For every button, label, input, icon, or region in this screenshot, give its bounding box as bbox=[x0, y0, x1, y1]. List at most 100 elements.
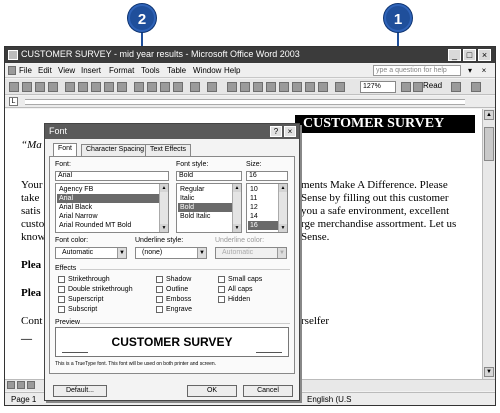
strikethrough-checkbox[interactable]: Strikethrough bbox=[58, 276, 110, 283]
list-item[interactable]: 11 bbox=[248, 194, 278, 203]
list-item-selected[interactable]: Bold bbox=[178, 203, 232, 212]
list-item[interactable]: Arial Black bbox=[57, 203, 159, 212]
font-list-scrollbar[interactable]: ▲ ▼ bbox=[159, 184, 168, 232]
research-icon[interactable] bbox=[117, 82, 127, 92]
show-hide-icon[interactable] bbox=[318, 82, 328, 92]
menu-table[interactable]: Table bbox=[167, 66, 186, 75]
zoom-select[interactable]: 127% bbox=[360, 81, 396, 93]
new-icon[interactable] bbox=[9, 82, 19, 92]
document-title[interactable]: CUSTOMER SURVEY bbox=[295, 115, 475, 133]
menu-tools[interactable]: Tools bbox=[141, 66, 160, 75]
cut-icon[interactable] bbox=[134, 82, 144, 92]
checkbox-box[interactable] bbox=[156, 296, 163, 303]
list-item[interactable]: Arial Rounded MT Bold bbox=[57, 221, 159, 230]
scroll-down-icon[interactable]: ▼ bbox=[233, 224, 241, 232]
ruler-scale[interactable] bbox=[25, 99, 465, 105]
drawing-icon[interactable] bbox=[292, 82, 302, 92]
print-view-icon[interactable] bbox=[27, 381, 35, 389]
ok-button[interactable]: OK bbox=[187, 385, 237, 397]
outline-checkbox[interactable]: Outline bbox=[156, 286, 188, 293]
engrave-checkbox[interactable]: Engrave bbox=[156, 306, 192, 313]
menu-format[interactable]: Format bbox=[109, 66, 134, 75]
hidden-checkbox[interactable]: Hidden bbox=[218, 296, 250, 303]
tab-selector[interactable]: L bbox=[9, 97, 18, 106]
copy-icon[interactable] bbox=[147, 82, 157, 92]
chevron-down-icon[interactable]: ▼ bbox=[117, 248, 126, 258]
font-color-icon[interactable] bbox=[471, 82, 481, 92]
email-icon[interactable] bbox=[65, 82, 75, 92]
scroll-up-icon[interactable]: ▲ bbox=[279, 184, 287, 192]
tab-text-effects[interactable]: Text Effects bbox=[145, 144, 192, 156]
redo-icon[interactable] bbox=[207, 82, 217, 92]
spelling-icon[interactable] bbox=[104, 82, 114, 92]
list-item-selected[interactable]: Arial bbox=[57, 194, 159, 203]
checkbox-box[interactable] bbox=[58, 286, 65, 293]
style-list-scrollbar[interactable]: ▲ ▼ bbox=[232, 184, 241, 232]
scroll-up-icon[interactable]: ▲ bbox=[233, 184, 241, 192]
default-button[interactable]: Default... bbox=[53, 385, 107, 397]
maximize-button[interactable]: □ bbox=[463, 49, 476, 61]
normal-view-icon[interactable] bbox=[7, 381, 15, 389]
menu-insert[interactable]: Insert bbox=[81, 66, 101, 75]
vertical-scrollbar[interactable]: ▲ ▼ bbox=[482, 109, 495, 379]
checkbox-box[interactable] bbox=[58, 296, 65, 303]
insert-table-icon[interactable] bbox=[253, 82, 263, 92]
dialog-close-button[interactable]: × bbox=[284, 126, 296, 137]
tab-character-spacing[interactable]: Character Spacing bbox=[81, 144, 149, 156]
hyperlink-icon[interactable] bbox=[227, 82, 237, 92]
minimize-button[interactable]: _ bbox=[448, 49, 461, 61]
help-search-input[interactable]: ype a question for help bbox=[373, 65, 461, 76]
superscript-checkbox[interactable]: Superscript bbox=[58, 296, 103, 303]
font-style-list[interactable]: Regular Italic Bold Bold Italic ▲ ▼ bbox=[176, 183, 242, 233]
list-item[interactable]: Arial Narrow bbox=[57, 212, 159, 221]
document-map-icon[interactable] bbox=[305, 82, 315, 92]
list-item[interactable]: Agency FB bbox=[57, 185, 159, 194]
chevron-down-icon[interactable]: ▼ bbox=[197, 248, 206, 258]
underline-style-select[interactable]: (none) ▼ bbox=[135, 247, 207, 259]
font-size-input[interactable]: 16 bbox=[246, 171, 288, 181]
checkbox-box[interactable] bbox=[218, 296, 225, 303]
close-document-button[interactable]: × bbox=[479, 65, 489, 76]
menu-view[interactable]: View bbox=[58, 66, 75, 75]
list-item[interactable]: 14 bbox=[248, 212, 278, 221]
font-size-list[interactable]: 10 11 12 14 16 ▲ ▼ bbox=[246, 183, 288, 233]
print-icon[interactable] bbox=[78, 82, 88, 92]
undo-icon[interactable] bbox=[190, 82, 200, 92]
checkbox-box[interactable] bbox=[156, 276, 163, 283]
all-caps-checkbox[interactable]: All caps bbox=[218, 286, 253, 293]
format-painter-icon[interactable] bbox=[173, 82, 183, 92]
permission-icon[interactable] bbox=[48, 82, 58, 92]
checkbox-box[interactable] bbox=[58, 276, 65, 283]
bold-tb-icon[interactable] bbox=[335, 82, 345, 92]
list-item[interactable]: Italic bbox=[178, 194, 232, 203]
checkbox-box[interactable] bbox=[156, 286, 163, 293]
columns-icon[interactable] bbox=[279, 82, 289, 92]
paste-icon[interactable] bbox=[160, 82, 170, 92]
close-window-button[interactable]: × bbox=[478, 49, 491, 61]
font-name-list[interactable]: Agency FB Arial Arial Black Arial Narrow… bbox=[55, 183, 169, 233]
menu-help[interactable]: Help bbox=[224, 66, 240, 75]
checkbox-box[interactable] bbox=[218, 276, 225, 283]
scroll-down-icon[interactable]: ▼ bbox=[160, 224, 168, 232]
emboss-checkbox[interactable]: Emboss bbox=[156, 296, 191, 303]
dialog-help-button[interactable]: ? bbox=[270, 126, 282, 137]
subscript-checkbox[interactable]: Subscript bbox=[58, 306, 97, 313]
help-icon[interactable] bbox=[401, 82, 411, 92]
web-view-icon[interactable] bbox=[17, 381, 25, 389]
font-style-input[interactable]: Bold bbox=[176, 171, 242, 181]
cancel-button[interactable]: Cancel bbox=[243, 385, 293, 397]
shadow-checkbox[interactable]: Shadow bbox=[156, 276, 191, 283]
help-dropdown-icon[interactable]: ▾ bbox=[465, 65, 475, 76]
list-item-selected[interactable]: 16 bbox=[248, 221, 278, 230]
size-list-scrollbar[interactable]: ▲ ▼ bbox=[278, 184, 287, 232]
menu-window[interactable]: Window bbox=[193, 66, 221, 75]
font-name-input[interactable]: Arial bbox=[55, 171, 169, 181]
tab-font[interactable]: Font bbox=[53, 143, 78, 157]
insert-excel-icon[interactable] bbox=[266, 82, 276, 92]
scroll-up-icon[interactable]: ▲ bbox=[484, 110, 494, 120]
print-preview-icon[interactable] bbox=[91, 82, 101, 92]
menu-file[interactable]: File bbox=[19, 66, 32, 75]
small-caps-checkbox[interactable]: Small caps bbox=[218, 276, 262, 283]
list-item[interactable]: Bold Italic bbox=[178, 212, 232, 221]
list-item[interactable]: 10 bbox=[248, 185, 278, 194]
